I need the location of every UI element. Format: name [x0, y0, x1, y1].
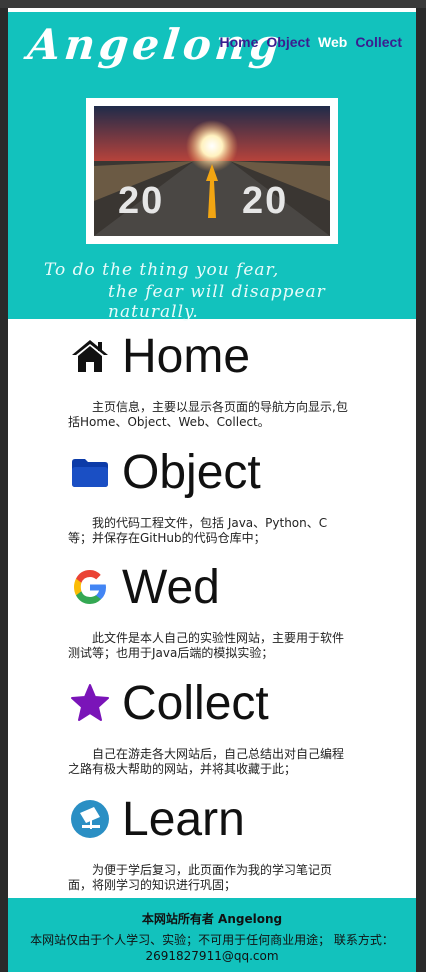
section-learn: Learn 为便于学后复习，此页面作为我的学习笔记页面，将刚学习的知识进行巩固； — [68, 791, 358, 893]
section-desc-collect: 自己在游走各大网站后，自己总结出对自己编程之路有极大帮助的网站，并将其收藏于此； — [68, 747, 345, 776]
page: Angelong Home Object Web Collect 20 20 T… — [8, 8, 416, 972]
footer-owner: 本网站所有者 Angelong — [141, 912, 283, 926]
banner-year-right: 20 — [242, 180, 289, 222]
banner-frame: 20 20 — [86, 98, 338, 244]
nav-home[interactable]: Home — [220, 34, 259, 50]
nav-collect[interactable]: Collect — [355, 34, 402, 50]
browser-top-strip — [0, 0, 426, 8]
slogan-line-1: To do the thing you fear, — [44, 260, 280, 280]
section-home: Home 主页信息，主要以显示各页面的导航方向显示,包括Home、Object、… — [68, 328, 358, 430]
section-web: Wed 此文件是本人自己的实验性网站，主要用于软件测试等；也用于Java后端的模… — [68, 559, 358, 661]
banner-year-left: 20 — [118, 180, 165, 222]
section-desc-home: 主页信息，主要以显示各页面的导航方向显示,包括Home、Object、Web、C… — [68, 400, 348, 429]
section-desc-web: 此文件是本人自己的实验性网站，主要用于软件测试等；也用于Java后端的模拟实验； — [68, 631, 345, 660]
section-desc-object: 我的代码工程文件，包括 Java、Python、C 等；并保存在GitHub的代… — [68, 516, 328, 545]
section-title-object[interactable]: Object — [122, 442, 261, 504]
header: Angelong Home Object Web Collect 20 20 T… — [8, 12, 416, 322]
slogan-line-2: the fear will disappear naturally. — [108, 282, 326, 322]
section-desc-learn: 为便于学后复习，此页面作为我的学习笔记页面，将刚学习的知识进行巩固； — [68, 863, 333, 892]
folder-icon — [72, 459, 108, 487]
google-icon — [74, 570, 106, 604]
section-title-home[interactable]: Home — [122, 326, 250, 388]
nav-object[interactable]: Object — [266, 34, 310, 50]
section-title-collect[interactable]: Collect — [122, 673, 269, 735]
section-title-learn[interactable]: Learn — [122, 789, 245, 851]
section-object: Object 我的代码工程文件，包括 Java、Python、C 等；并保存在G… — [68, 444, 358, 546]
nav-web[interactable]: Web — [318, 34, 347, 50]
section-collect: Collect 自己在游走各大网站后，自己总结出对自己编程之路有极大帮助的网站，… — [68, 675, 358, 777]
footer: 本网站所有者 Angelong 本网站仅由于个人学习、实验；不可用于任何商业用途… — [8, 898, 416, 972]
footer-note: 本网站仅由于个人学习、实验；不可用于任何商业用途； 联系方式：269182791… — [30, 933, 394, 963]
home-icon — [72, 340, 108, 372]
section-title-web[interactable]: Wed — [122, 557, 220, 619]
learn-icon — [71, 800, 109, 838]
slogan: To do the thing you fear, the fear will … — [44, 260, 416, 322]
main-nav: Home Object Web Collect — [220, 34, 402, 50]
star-icon — [71, 684, 109, 721]
